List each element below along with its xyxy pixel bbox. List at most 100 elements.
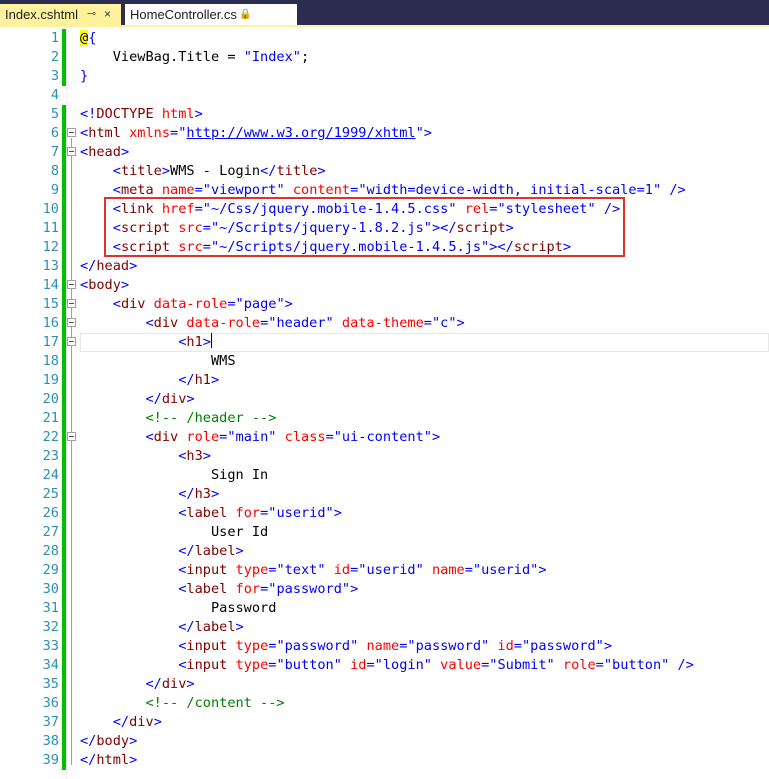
token-attr: name (358, 638, 400, 654)
token-delim: = (227, 296, 236, 312)
token-str: "password" (268, 581, 351, 597)
collapse-toggle-icon[interactable] (67, 337, 76, 346)
code-line[interactable]: 33 <input type="password" name="password… (0, 637, 769, 656)
code-line[interactable]: 19 </h1> (0, 371, 769, 390)
code-line[interactable]: 17 <h1> (0, 333, 769, 352)
code-text: <head> (80, 143, 129, 162)
code-text: <script src="~/Scripts/jquery-1.8.2.js">… (80, 219, 514, 238)
token-tag: script (120, 239, 171, 255)
token-tag: h1 (186, 334, 203, 350)
token-attr: data-role (145, 296, 228, 312)
token-delim: </ (145, 391, 162, 407)
code-line[interactable]: 11 <script src="~/Scripts/jquery-1.8.2.j… (0, 219, 769, 238)
code-text: </h3> (80, 485, 219, 504)
code-text: <body> (80, 276, 129, 295)
collapse-toggle-icon[interactable] (67, 128, 76, 137)
line-number: 1 (50, 30, 59, 46)
line-number: 35 (42, 676, 59, 692)
code-line[interactable]: 8 <title>WMS - Login</title> (0, 162, 769, 181)
collapse-toggle-icon[interactable] (67, 280, 76, 289)
code-line[interactable]: 7 <head> (0, 143, 769, 162)
code-line[interactable]: 34 <input type="button" id="login" value… (0, 656, 769, 675)
code-line[interactable]: 24 Sign In (0, 466, 769, 485)
code-line[interactable]: 29 <input type="text" id="userid" name="… (0, 561, 769, 580)
code-text: <html xmlns="http://www.w3.org/1999/xhtm… (80, 124, 432, 143)
token-tag: h3 (186, 448, 203, 464)
token-delim: > (210, 372, 220, 388)
code-line[interactable]: 38 </body> (0, 732, 769, 751)
token-delim: > (194, 106, 203, 122)
token-attr: type (227, 562, 269, 578)
line-number: 11 (42, 220, 59, 236)
token-attr: rel (456, 201, 490, 217)
code-line[interactable]: 21 <!-- /header --> (0, 409, 769, 428)
code-line[interactable]: 22 <div role="main" class="ui-content"> (0, 428, 769, 447)
token-delim: = (464, 562, 473, 578)
code-line[interactable]: 20 </div> (0, 390, 769, 409)
line-number: 3 (50, 68, 59, 84)
token-delim: = (366, 657, 375, 673)
code-line[interactable]: 15 <div data-role="page"> (0, 295, 769, 314)
code-line[interactable]: 4 (0, 86, 769, 105)
code-editor[interactable]: 1 @{2 ViewBag.Title = "Index"; 3} 4 5 <!DOCTY… (0, 27, 769, 779)
pin-icon[interactable]: ⊸ (87, 4, 96, 25)
collapse-toggle-icon[interactable] (67, 432, 76, 441)
code-line[interactable]: 25 </h3> (0, 485, 769, 504)
token-delim: > (120, 277, 130, 293)
code-line[interactable]: 27 User Id (0, 523, 769, 542)
collapse-toggle-icon[interactable] (67, 318, 76, 327)
collapse-toggle-icon[interactable] (67, 299, 76, 308)
code-line[interactable]: 18 WMS (0, 352, 769, 371)
line-number: 36 (42, 695, 59, 711)
token-delim: </ (260, 163, 277, 179)
code-text: </div> (80, 713, 162, 732)
token-str: "~/Css/jquery.mobile-1.4.5.css" (202, 201, 457, 217)
code-line[interactable]: 13 </head> (0, 257, 769, 276)
code-line[interactable]: 12 <script src="~/Scripts/jquery.mobile-… (0, 238, 769, 257)
token-str: "main" (227, 429, 277, 445)
token-delim: < (112, 163, 121, 179)
code-text: <h3> (80, 447, 211, 466)
code-text: </label> (80, 542, 243, 561)
token-delim: = (202, 239, 211, 255)
line-number: 10 (42, 201, 59, 217)
code-line[interactable]: 31 Password (0, 599, 769, 618)
line-number: 4 (50, 87, 59, 103)
code-line[interactable]: 23 <h3> (0, 447, 769, 466)
code-text: </head> (80, 257, 137, 276)
token-tag: div (153, 429, 179, 445)
token-tag: label (194, 543, 236, 559)
code-line[interactable]: 9 <meta name="viewport" content="width=d… (0, 181, 769, 200)
line-number: 20 (42, 391, 59, 407)
code-line[interactable]: 3} (0, 67, 769, 86)
code-line[interactable]: 28 </label> (0, 542, 769, 561)
code-line[interactable]: 10 <link href="~/Css/jquery.mobile-1.4.5… (0, 200, 769, 219)
code-text: WMS (80, 352, 236, 371)
code-line[interactable]: 1 @{ (0, 29, 769, 48)
token-attr: for (227, 581, 261, 597)
code-line[interactable]: 39 </html> (0, 751, 769, 770)
code-line[interactable]: 32 </label> (0, 618, 769, 637)
tab-index-cshtml[interactable]: Index.cshtml ⊸ × (0, 4, 121, 25)
code-line[interactable]: 26 <label for="userid"> (0, 504, 769, 523)
token-cmt: <!-- /content --> (145, 695, 285, 711)
code-line[interactable]: 35 </div> (0, 675, 769, 694)
tab-homecontroller-cs[interactable]: HomeController.cs 🔒 (125, 4, 297, 25)
collapse-toggle-icon[interactable] (67, 147, 76, 156)
code-line[interactable]: 16 <div data-role="header" data-theme="c… (0, 314, 769, 333)
code-line[interactable]: 6 <html xmlns="http://www.w3.org/1999/xht… (0, 124, 769, 143)
line-number: 37 (42, 714, 59, 730)
token-delim: = (194, 182, 203, 198)
close-icon[interactable]: × (104, 4, 111, 25)
token-delim: > (431, 429, 441, 445)
code-line[interactable]: 2 ViewBag.Title = "Index"; (0, 48, 769, 67)
code-line[interactable]: 14 <body> (0, 276, 769, 295)
code-line[interactable]: 36 <!-- /content --> (0, 694, 769, 713)
code-line[interactable]: 37 </div> (0, 713, 769, 732)
token-tag: body (96, 733, 130, 749)
code-line[interactable]: 5 <!DOCTYPE html> (0, 105, 769, 124)
token-attr: id (489, 638, 514, 654)
token-delim: < (112, 239, 121, 255)
code-line[interactable]: 30 <label for="password"> (0, 580, 769, 599)
